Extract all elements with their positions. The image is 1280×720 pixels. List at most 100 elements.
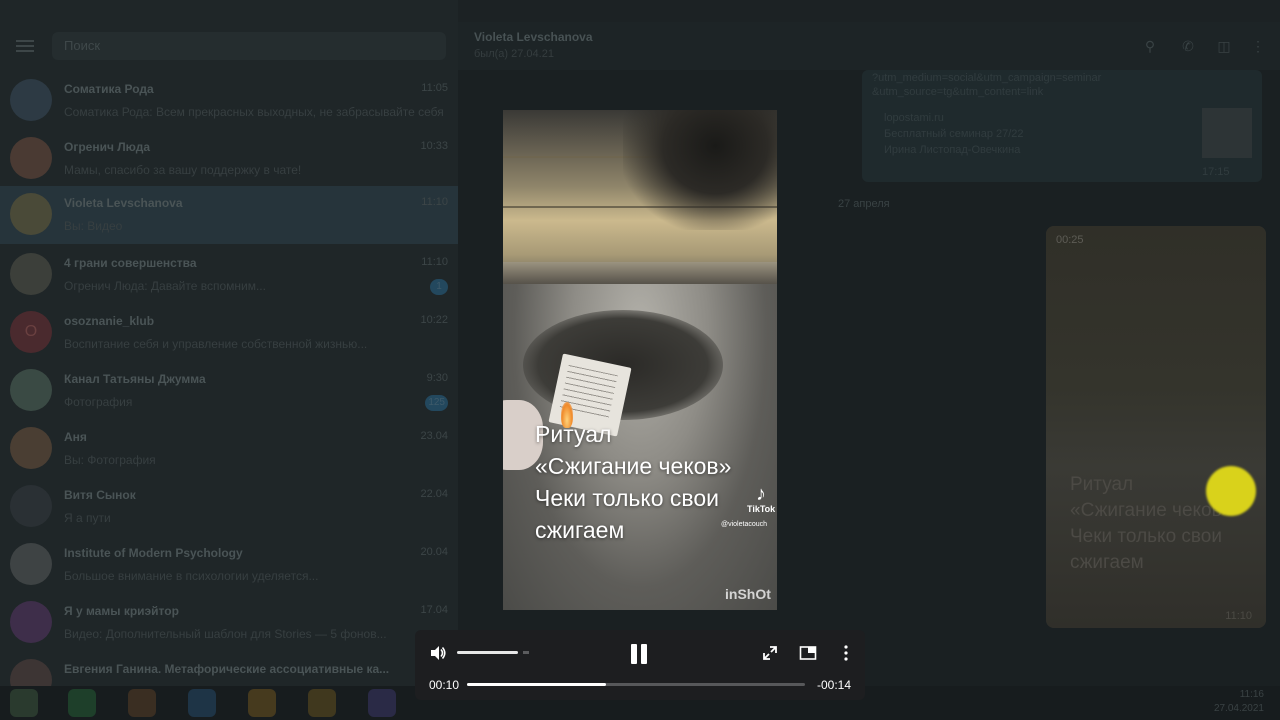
chat-item[interactable]: Я у мамы криэйтор 17.04 Видео: Дополните… <box>0 594 458 652</box>
unread-badge: 125 <box>425 395 448 411</box>
hamburger-menu-icon[interactable] <box>16 40 34 52</box>
app-icon[interactable] <box>248 689 276 717</box>
chat-time: 20.04 <box>420 546 448 558</box>
video-caption: Ритуал «Сжигание чеков» Чеки только свои… <box>535 418 731 546</box>
avatar <box>10 253 52 295</box>
pause-bar <box>641 644 647 664</box>
link-url-line[interactable]: &utm_source=tg&utm_content=link <box>872 86 1043 98</box>
chat-preview: Мамы, спасибо за вашу поддержку в чате! <box>64 163 302 177</box>
chat-name: Я у мамы криэйтор <box>64 604 179 618</box>
volume-slider[interactable] <box>457 651 519 654</box>
chat-list-sidebar: Поиск Соматика Рода 11:05 Соматика Рода:… <box>0 0 458 686</box>
player-controls: 00:10 -00:14 <box>415 630 865 700</box>
phone-icon[interactable]: ✆ <box>1180 38 1196 54</box>
save-icon[interactable] <box>368 689 396 717</box>
search-icon[interactable]: ⚲ <box>1142 38 1158 54</box>
chat-preview: Я а пути <box>64 511 111 525</box>
chat-preview: Видео: Дополнительный шаблон для Stories… <box>64 627 387 641</box>
caption-line: сжигаем <box>535 517 625 543</box>
avatar <box>10 601 52 643</box>
search-input[interactable]: Поиск <box>52 32 446 60</box>
sidebar-top-bar: Поиск <box>0 28 458 64</box>
video-frame-ledge <box>503 262 777 284</box>
remaining-time: -00:14 <box>816 678 851 692</box>
chat-item[interactable]: 4 грани совершенства 11:10 Огренич Люда:… <box>0 246 458 304</box>
link-url-line[interactable]: ?utm_medium=social&utm_campaign=seminar <box>872 72 1101 84</box>
link-title: Бесплатный семинар 27/22 <box>884 128 1024 140</box>
chat-name: Витя Сынок <box>64 488 136 502</box>
chat-item[interactable]: Евгения Ганина. Метафорические ассоциати… <box>0 652 458 686</box>
chat-title: Violeta Levschanova <box>474 30 593 44</box>
chat-name: Евгения Ганина. Метафорические ассоциати… <box>64 662 390 676</box>
fullscreen-icon[interactable] <box>761 644 779 662</box>
chat-item-active[interactable]: Violeta Levschanova 11:10 Вы: Видео <box>0 186 458 244</box>
caption-line: Чеки только свои <box>1070 526 1222 547</box>
telegram-window: Поиск Соматика Рода 11:05 Соматика Рода:… <box>0 0 1280 720</box>
chat-header: Violeta Levschanova был(а) 27.04.21 ⚲ ✆ … <box>458 22 1280 70</box>
caption-line: Ритуал <box>535 421 612 447</box>
clock-date: 27.04.2021 <box>1213 703 1264 714</box>
video-player[interactable]: Ритуал «Сжигание чеков» Чеки только свои… <box>503 110 777 610</box>
chat-name: 4 грани совершенства <box>64 256 197 270</box>
tiktok-handle: @violetacouch <box>721 521 768 528</box>
seek-bar-progress <box>467 683 606 686</box>
link-thumbnail <box>1202 108 1252 158</box>
avatar <box>10 427 52 469</box>
volume-slider-track[interactable] <box>523 651 529 654</box>
pause-button[interactable] <box>629 644 649 664</box>
tiktok-icon: ♪ <box>756 483 766 505</box>
avatar <box>10 485 52 527</box>
system-clock[interactable]: 11:16 27.04.2021 <box>1214 688 1264 716</box>
pause-bar <box>631 644 637 664</box>
caption-line: «Сжигание чеков» <box>535 453 732 479</box>
chat-preview: Вы: Фотография <box>64 453 156 467</box>
folder-icon[interactable] <box>308 689 336 717</box>
chat-name: Institute of Modern Psychology <box>64 546 243 560</box>
chat-time: 17.04 <box>420 604 448 616</box>
avatar <box>10 543 52 585</box>
chat-name: Violeta Levschanova <box>64 196 183 210</box>
video-message[interactable]: 00:25 Ритуал «Сжигание чеков» Чеки тольк… <box>1046 226 1266 628</box>
picture-in-picture-icon[interactable] <box>799 644 817 662</box>
chat-preview: Воспитание себя и управление собственной… <box>64 337 368 351</box>
chat-item[interactable]: Аня 23.04 Вы: Фотография <box>0 420 458 478</box>
chat-item[interactable]: Соматика Рода 11:05 Соматика Рода: Всем … <box>0 72 458 130</box>
cursor-highlight <box>1206 466 1256 516</box>
chat-time: 9:30 <box>426 372 448 384</box>
sidebar-toggle-icon[interactable]: ◫ <box>1216 38 1232 54</box>
chat-preview: Огренич Люда: Давайте вспомним... <box>64 279 266 293</box>
whatsapp-icon[interactable] <box>68 689 96 717</box>
volume-icon[interactable] <box>429 644 447 662</box>
inshot-watermark: inShOt <box>725 586 771 602</box>
chat-item[interactable]: Канал Татьяны Джумма 9:30 Фотография 125 <box>0 362 458 420</box>
date-separator: 27 апреля <box>838 198 890 210</box>
chat-name: Аня <box>64 430 87 444</box>
tiktok-watermark: ♪ TikTok <box>747 484 775 514</box>
chrome-icon[interactable] <box>128 689 156 717</box>
chat-preview: Фотография <box>64 395 133 409</box>
more-options-icon[interactable]: ⋮ <box>1250 38 1266 54</box>
avatar <box>10 79 52 121</box>
chat-preview: Соматика Рода: Всем прекрасных выходных,… <box>64 105 444 119</box>
avatar <box>10 193 52 235</box>
chat-item[interactable]: Institute of Modern Psychology 20.04 Бол… <box>0 536 458 594</box>
chat-item[interactable]: Витя Сынок 22.04 Я а пути <box>0 478 458 536</box>
message-time: 11:10 <box>1225 610 1252 622</box>
chat-name: Соматика Рода <box>64 82 154 96</box>
chat-preview: Вы: Видео <box>64 219 123 233</box>
message-time: 17:15 <box>1202 166 1230 178</box>
chat-time: 10:33 <box>420 140 448 152</box>
link-preview-message[interactable]: ?utm_medium=social&utm_campaign=seminar … <box>862 70 1262 182</box>
start-icon[interactable] <box>10 689 38 717</box>
caption-line: сжигаем <box>1070 552 1144 573</box>
more-options-icon[interactable] <box>837 644 855 662</box>
skype-icon[interactable] <box>188 689 216 717</box>
link-subtitle: Ирина Листопад-Овечкина <box>884 144 1021 156</box>
chat-name: Огренич Люда <box>64 140 151 154</box>
unread-badge: 1 <box>430 279 448 295</box>
chat-item[interactable]: O osoznanie_klub 10:22 Воспитание себя и… <box>0 304 458 362</box>
seek-bar[interactable] <box>467 683 805 686</box>
chat-time: 11:05 <box>421 82 448 94</box>
chat-item[interactable]: Огренич Люда 10:33 Мамы, спасибо за вашу… <box>0 130 458 188</box>
link-site: lopostami.ru <box>884 112 944 124</box>
